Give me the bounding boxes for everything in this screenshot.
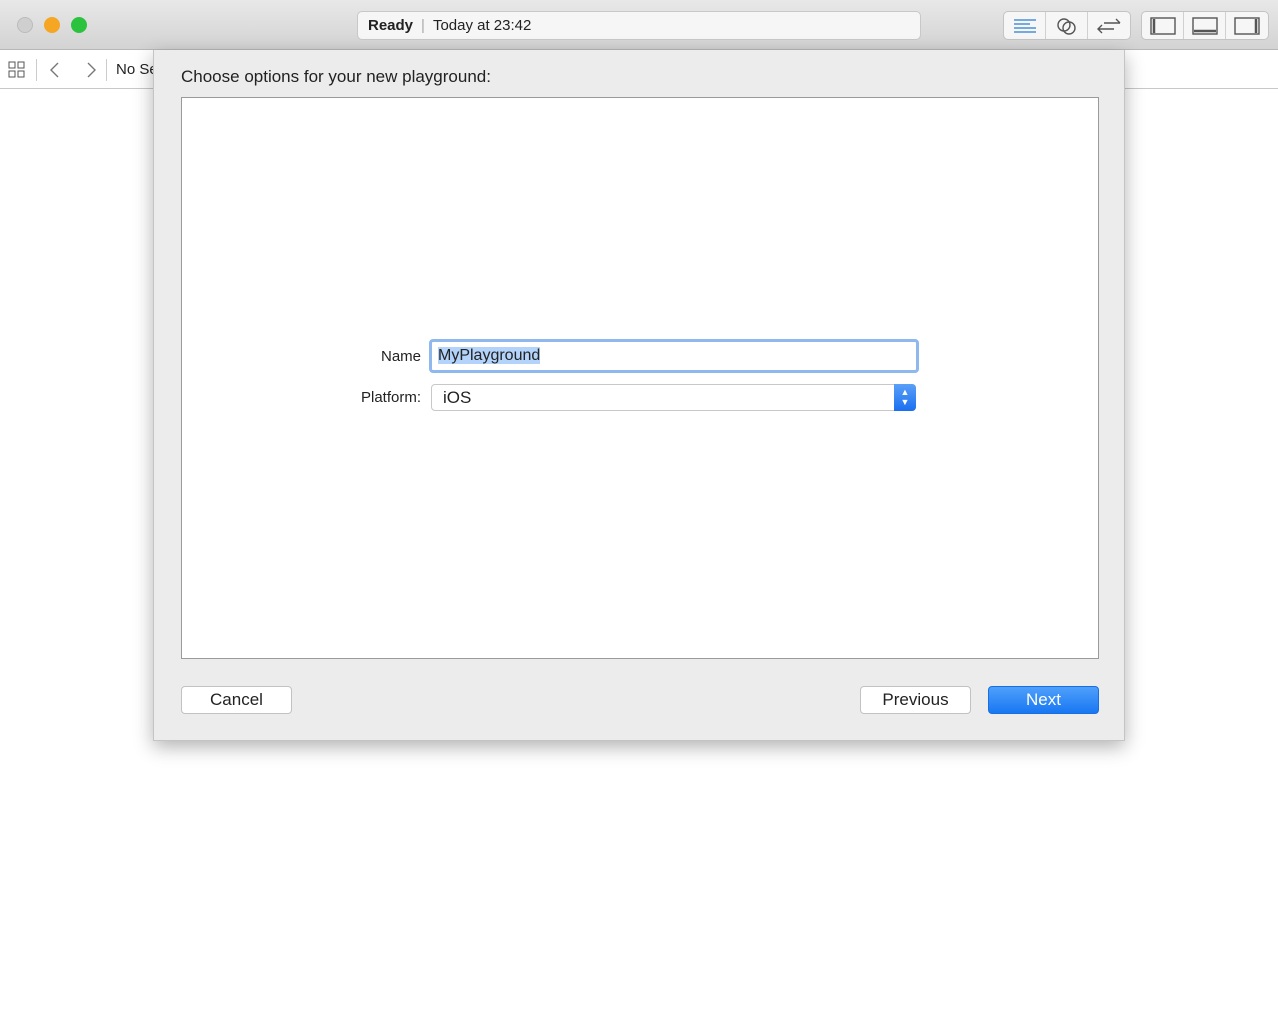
name-input[interactable]: MyPlayground [429,339,919,373]
debug-area-toggle-icon[interactable] [1184,12,1226,39]
zoom-button[interactable] [71,17,87,33]
platform-label: Platform: [360,389,421,406]
platform-select[interactable]: iOS ▲ ▼ [431,384,916,411]
next-button[interactable]: Next [988,686,1099,714]
close-button[interactable] [17,17,33,33]
minimize-button[interactable] [44,17,60,33]
dialog-title: Choose options for your new playground: [181,67,491,86]
name-value: MyPlayground [438,347,541,364]
status-time: Today at 23:42 [432,17,532,34]
title-bar: Ready | Today at 23:42 [0,0,1278,50]
standard-editor-icon[interactable] [1004,12,1046,39]
editor-mode-segment [1003,11,1131,40]
forward-chevron-icon[interactable] [84,61,98,79]
options-panel: Name MyPlayground Platform: iOS ▲ ▼ [181,97,1099,659]
previous-button[interactable]: Previous [860,686,971,714]
platform-value: iOS [443,388,472,407]
version-editor-icon[interactable] [1088,12,1130,39]
new-playground-sheet: Choose options for your new playground: … [153,50,1125,741]
status-text: Ready [368,17,414,34]
navigator-toggle-icon[interactable] [1142,12,1184,39]
chevron-up-down-icon: ▲ ▼ [894,384,916,411]
activity-status: Ready | Today at 23:42 [357,11,921,40]
cancel-button[interactable]: Cancel [181,686,292,714]
breadcrumb[interactable]: No Se [116,61,158,78]
assistant-editor-icon[interactable] [1046,12,1088,39]
utilities-toggle-icon[interactable] [1226,12,1268,39]
view-toggle-segment [1141,11,1269,40]
name-label: Name [380,348,421,365]
related-items-grid-icon[interactable] [8,61,26,79]
back-chevron-icon[interactable] [48,61,62,79]
